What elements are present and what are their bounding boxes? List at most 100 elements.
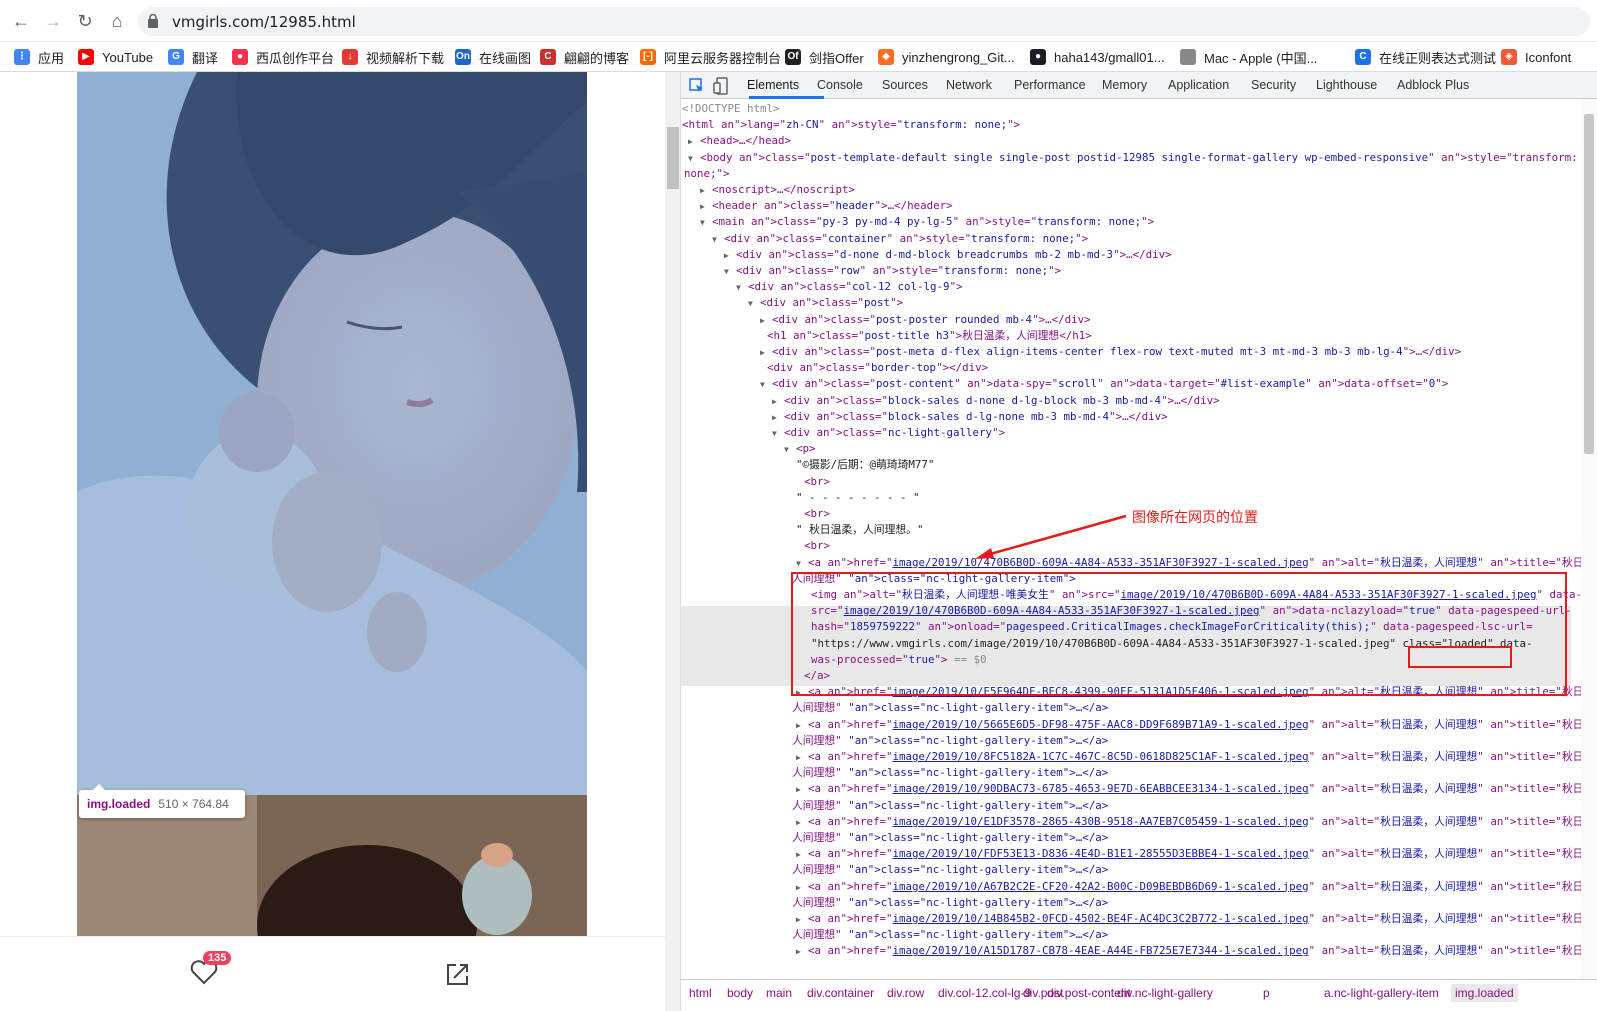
breadcrumb-item[interactable]: div.row <box>887 986 924 1000</box>
dom-line[interactable]: ▼ <div an">class="row" an">style="transfo… <box>724 263 1061 280</box>
share-icon[interactable] <box>445 961 471 987</box>
dom-line[interactable]: ▶ <head>…</head> <box>688 133 791 150</box>
dom-line[interactable]: ▼ <div an">class="nc-light-gallery"> <box>772 425 1005 442</box>
dom-line[interactable]: ▶ <a an">href="image/2019/10/A15D1787-CB7… <box>796 943 1581 960</box>
breadcrumb-item[interactable]: p <box>1263 986 1270 1000</box>
bookmark-item[interactable]: G 翻译 <box>168 48 218 66</box>
bookmark-label: Iconfont <box>1525 49 1572 65</box>
dom-line[interactable]: ▼ <div an">class="container" an">style="t… <box>712 231 1088 248</box>
dom-line[interactable]: ▶ <div an">class="post-poster rounded mb-… <box>760 312 1091 329</box>
dom-line[interactable]: ▶ <a an">href="image/2019/10/8FC5182A-1C7… <box>796 749 1581 766</box>
home-button[interactable]: ⌂ <box>106 10 128 32</box>
bookmark-item[interactable]: Mac - Apple (中国... <box>1180 48 1317 66</box>
breadcrumb-item[interactable]: a.nc-light-gallery-item <box>1324 986 1439 1000</box>
devtools-panel: Elements Console Sources Network Performance… <box>681 72 1597 1011</box>
regex-icon: C <box>1355 49 1371 65</box>
dom-line[interactable]: 人间理想" "an">class="nc-light-gallery-item"… <box>792 733 1108 749</box>
dom-line[interactable]: 人间理想" "an">class="nc-light-gallery-item"… <box>792 862 1108 878</box>
bookmark-label: 阿里云服务器控制台 <box>664 50 782 66</box>
dom-line[interactable]: <h1 an">class="post-title h3">秋日温柔，人间理想<… <box>767 328 1092 344</box>
dom-line[interactable]: ▶ <a an">href="image/2019/10/E1DF3578-286… <box>796 814 1581 831</box>
breadcrumb-item[interactable]: div.col-12.col-lg-9 <box>938 986 1031 1000</box>
breadcrumb-item[interactable]: img.loaded <box>1451 984 1518 1002</box>
dom-line[interactable]: 人间理想" "an">class="nc-light-gallery-item"… <box>792 700 1108 716</box>
bookmark-item[interactable]: On 在线画图 <box>455 48 531 66</box>
dom-line[interactable]: ▶ <a an">href="image/2019/10/14B845B2-0FC… <box>796 911 1581 928</box>
bookmark-item[interactable]: ● 西瓜创作平台 <box>232 48 334 66</box>
dom-line[interactable]: 人间理想" "an">class="nc-light-gallery-item"… <box>792 895 1108 911</box>
reload-button[interactable]: ↻ <box>74 10 96 32</box>
bookmark-item[interactable]: [-] 阿里云服务器控制台 <box>640 48 781 66</box>
dom-line[interactable]: ▶ <header an">class="header">…</header> <box>700 198 953 215</box>
bookmark-item[interactable]: ⋮ 应用 <box>14 48 64 66</box>
dom-line[interactable]: "©摄影/后期：@萌琦琦M77" <box>796 457 934 473</box>
bookmark-item[interactable]: ● haha143/gmall01... <box>1030 48 1165 66</box>
dom-line[interactable]: ▼ <div an">class="post"> <box>748 295 903 312</box>
dom-line[interactable]: <!DOCTYPE html> <box>682 101 780 117</box>
devtools-tab[interactable]: Sources <box>882 78 928 92</box>
dom-line[interactable]: ▶ <div an">class="block-sales d-lg-none m… <box>772 409 1168 426</box>
bookmark-item[interactable]: ◆ yinzhengrong_Git... <box>878 48 1015 66</box>
bookmark-item[interactable]: ◈ Iconfont <box>1501 48 1571 66</box>
devtools-tab[interactable]: Network <box>946 78 992 92</box>
browser-toolbar: ← → ↻ ⌂ vmgirls.com/12985.html <box>0 0 1597 42</box>
dom-line[interactable]: ▼ <body an">class="post-template-default … <box>688 150 1578 167</box>
devtools-tab[interactable]: Performance <box>1014 78 1086 92</box>
inspect-element-icon[interactable] <box>689 78 705 94</box>
bookmark-item[interactable]: Of 剑指Offer <box>785 48 864 66</box>
bookmark-item[interactable]: C 翩翩的博客 <box>540 48 629 66</box>
dom-line[interactable]: ▼ <a an">href="image/2019/10/470B6B0D-609… <box>796 555 1581 572</box>
devtools-tab[interactable]: Lighthouse <box>1316 78 1377 92</box>
bookmark-item[interactable]: ▶ YouTube <box>78 48 153 66</box>
breadcrumb-item[interactable]: html <box>689 986 712 1000</box>
dom-line[interactable]: none;"> <box>684 166 730 182</box>
breadcrumb-item[interactable]: body <box>727 986 753 1000</box>
dom-line[interactable]: ▶ <noscript>…</noscript> <box>700 182 855 199</box>
dom-line[interactable]: ▼ <p> <box>784 441 816 458</box>
page-scrollbar[interactable] <box>665 72 681 1011</box>
dom-line[interactable]: <div an">class="border-top"></div> <box>767 360 988 376</box>
devtools-tab[interactable]: Application <box>1168 78 1229 92</box>
dom-line[interactable]: " 秋日温柔，人间理想。" <box>796 522 923 538</box>
apple-icon <box>1180 49 1196 65</box>
dom-line[interactable]: ▼ <div an">class="post-content" an">data-… <box>760 376 1448 393</box>
dom-line[interactable]: ▶ <div an">class="d-none d-md-block bread… <box>724 247 1172 264</box>
breadcrumb-item[interactable]: div.nc-light-gallery <box>1117 986 1213 1000</box>
dom-line[interactable]: 人间理想" "an">class="nc-light-gallery-item"… <box>792 798 1108 814</box>
dom-line[interactable]: <br> <box>804 538 830 554</box>
dom-line[interactable]: " - - - - - - - - " <box>796 490 920 506</box>
back-button[interactable]: ← <box>10 10 32 32</box>
address-bar[interactable]: vmgirls.com/12985.html <box>138 7 1590 36</box>
dom-line[interactable]: ▼ <div an">class="col-12 col-lg-9"> <box>736 279 963 296</box>
dom-line[interactable]: 人间理想" "an">class="nc-light-gallery-item"… <box>792 830 1108 846</box>
bookmark-item[interactable]: ↓ 视频解析下载 <box>342 48 444 66</box>
dom-line[interactable]: ▶ <div an">class="block-sales d-none d-lg… <box>772 393 1220 410</box>
devtools-tab[interactable]: Security <box>1251 78 1296 92</box>
dom-line[interactable]: 人间理想" "an">class="nc-light-gallery-item"… <box>792 765 1108 781</box>
dom-line[interactable]: ▶ <a an">href="image/2019/10/5665E6D5-DF9… <box>796 717 1581 734</box>
dom-breadcrumbs: html body main div.container div.row div.col-… <box>681 979 1597 1005</box>
breadcrumb-item[interactable]: div.container <box>807 986 874 1000</box>
dom-line[interactable]: <html an">lang="zh-CN" an">style="transf… <box>682 117 1020 133</box>
annotation-red-box <box>791 572 1567 696</box>
devtools-tab[interactable]: Adblock Plus <box>1397 78 1469 92</box>
devtools-scrollbar[interactable] <box>1581 99 1597 979</box>
dom-line[interactable]: <br> <box>804 474 830 490</box>
bookmark-label: 在线正则表达式测试 <box>1379 50 1497 66</box>
bookmark-label: yinzhengrong_Git... <box>902 49 1015 65</box>
dom-line[interactable]: <br> <box>804 506 830 522</box>
dom-line[interactable]: 人间理想" "an">class="nc-light-gallery-item"… <box>792 927 1108 943</box>
dom-line[interactable]: ▼ <main an">class="py-3 py-md-4 py-lg-5" … <box>700 214 1154 231</box>
dom-line[interactable]: ▶ <a an">href="image/2019/10/A67B2C2E-CF2… <box>796 879 1581 896</box>
forward-button[interactable]: → <box>42 10 64 32</box>
dom-line[interactable]: ▶ <div an">class="post-meta d-flex align-… <box>760 344 1461 361</box>
bookmark-item[interactable]: C 在线正则表达式测试 <box>1355 48 1496 66</box>
breadcrumb-item[interactable]: main <box>766 986 792 1000</box>
annotation-arrow <box>975 514 1127 559</box>
devtools-tab[interactable]: Console <box>817 78 863 92</box>
device-toolbar-icon[interactable] <box>713 77 729 95</box>
dom-line[interactable]: ▶ <a an">href="image/2019/10/90DBAC73-678… <box>796 781 1581 798</box>
dom-line[interactable]: ▶ <a an">href="image/2019/10/FDF53E13-D83… <box>796 846 1581 863</box>
devtools-tab[interactable]: Memory <box>1102 78 1147 92</box>
devtools-tab[interactable]: Elements <box>747 78 799 92</box>
